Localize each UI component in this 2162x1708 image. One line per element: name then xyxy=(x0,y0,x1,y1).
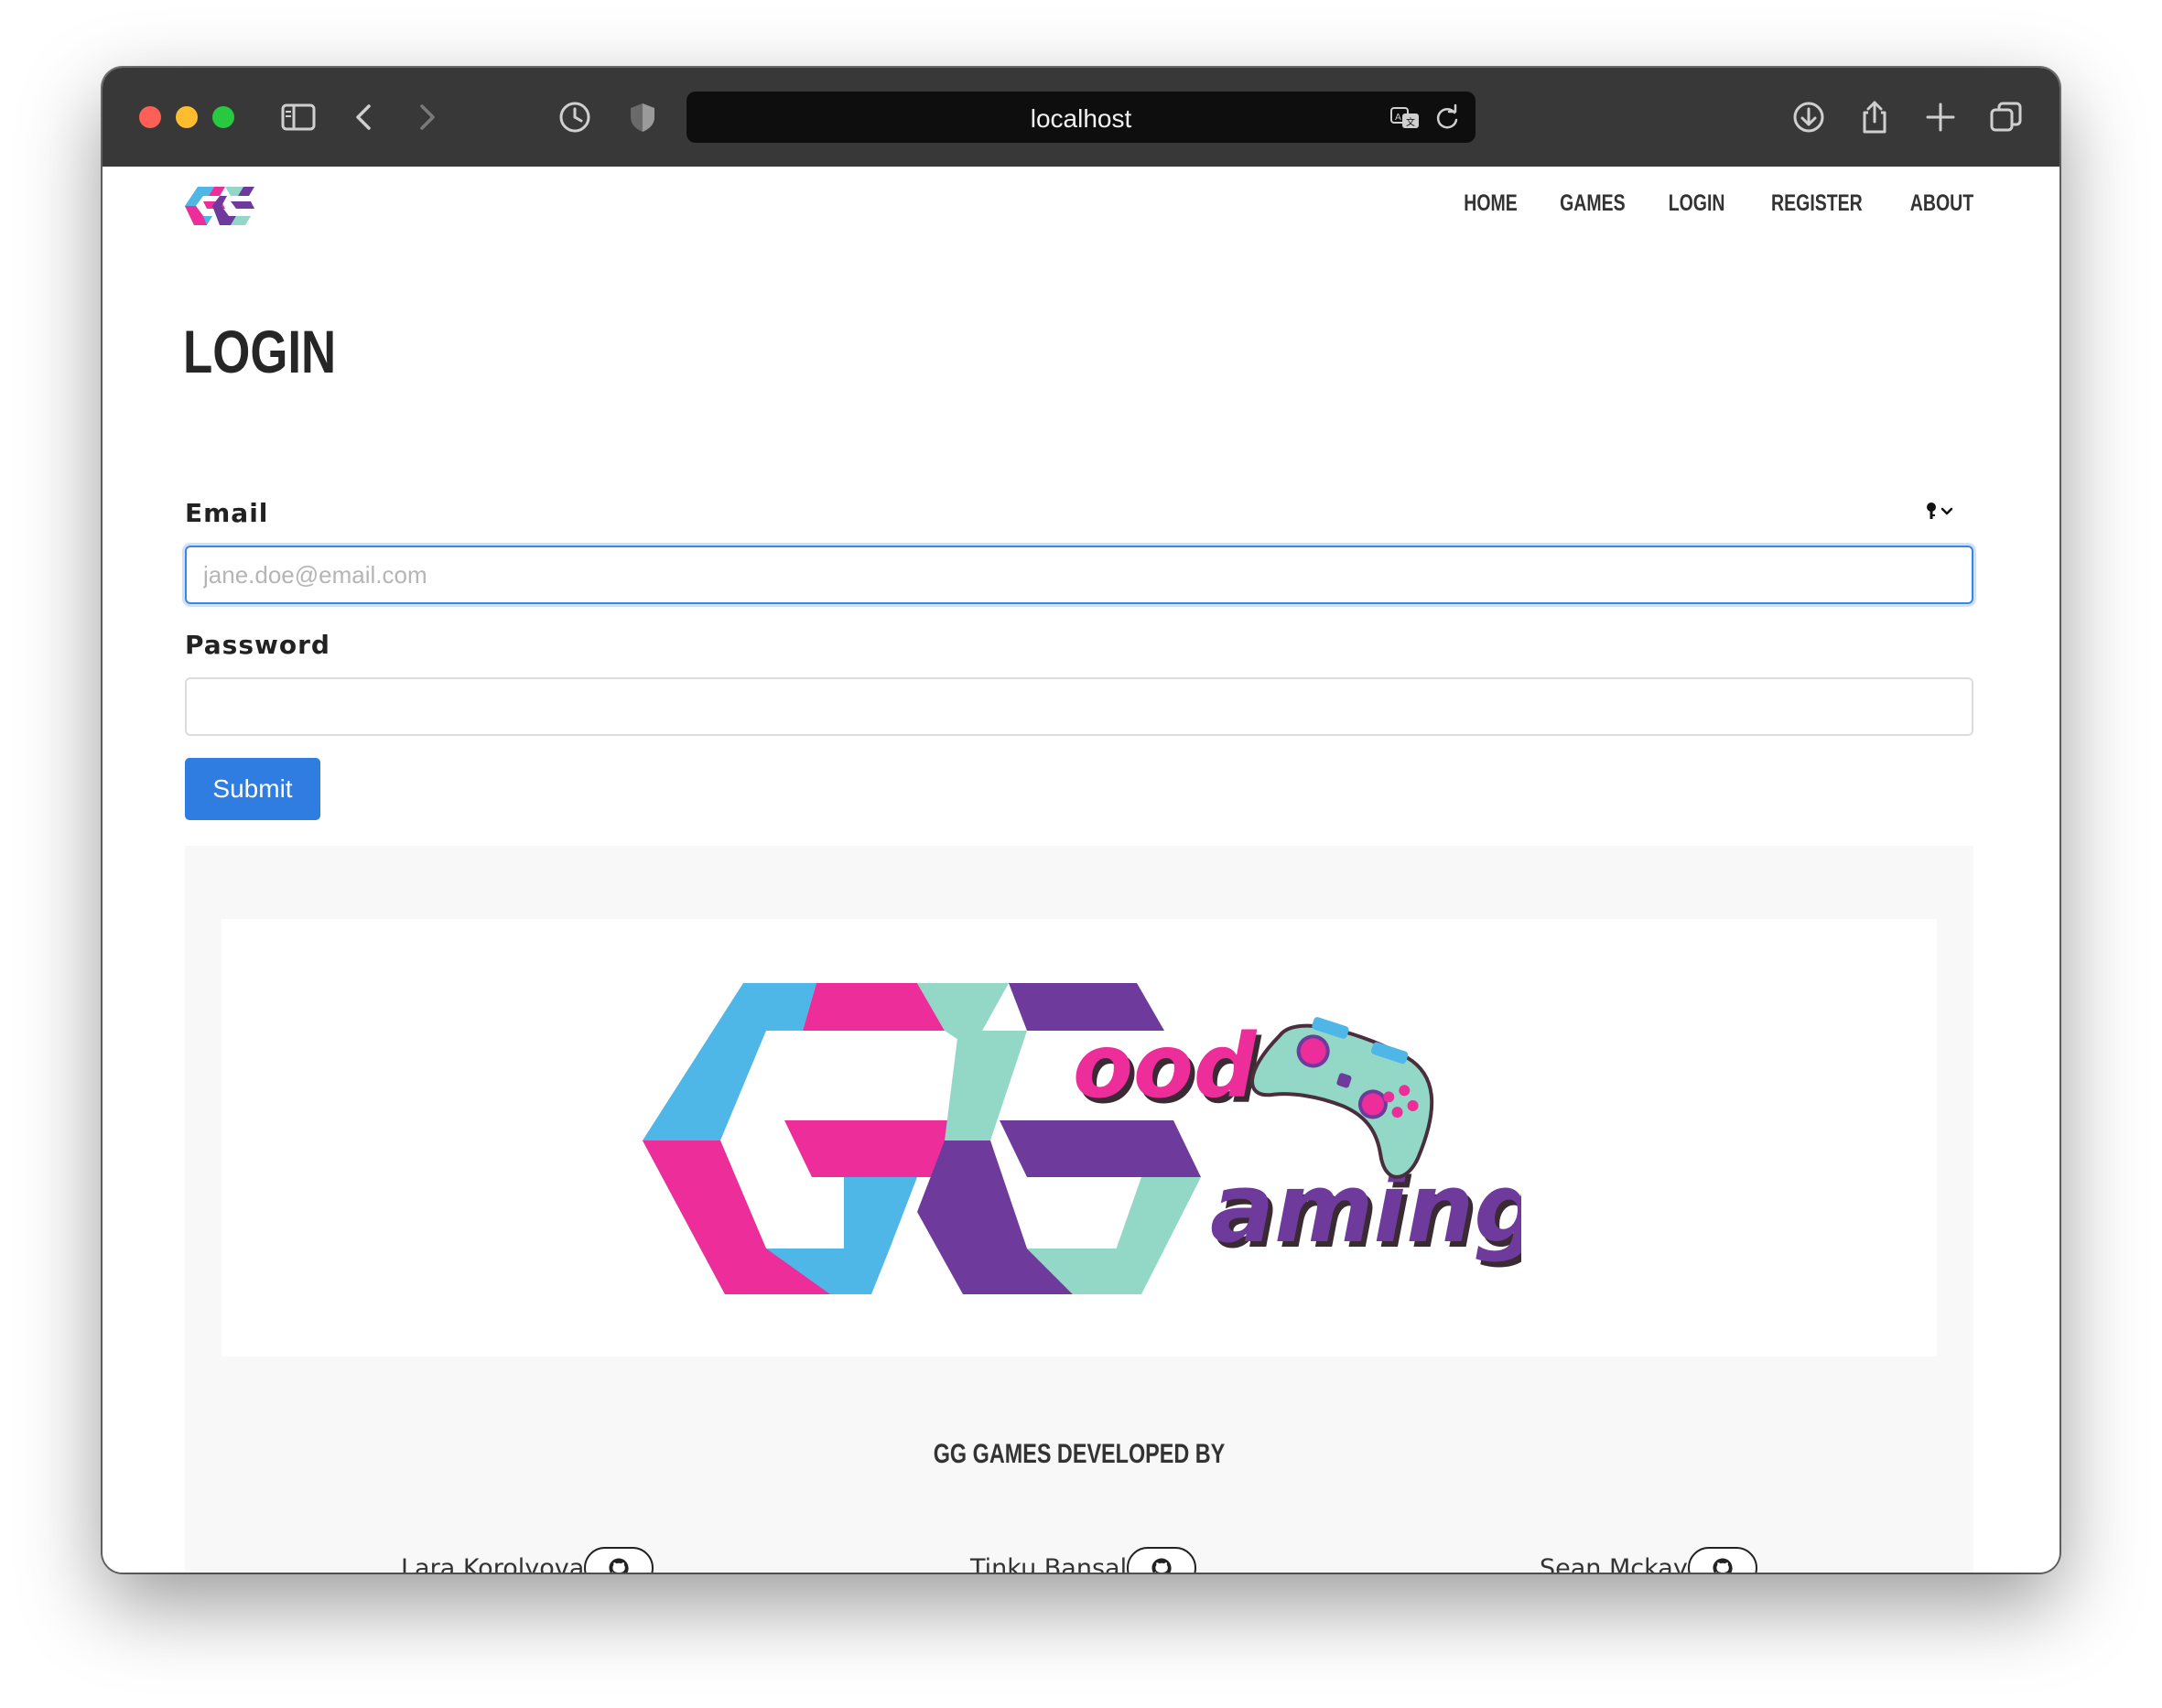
share-icon[interactable] xyxy=(1856,99,1893,135)
github-icon xyxy=(1713,1558,1733,1573)
history-icon[interactable] xyxy=(557,99,593,135)
address-bar[interactable]: localhost A文 xyxy=(686,92,1476,143)
developer-lara: Lara Korolyova xyxy=(401,1547,654,1573)
submit-button[interactable]: Submit xyxy=(185,758,320,820)
site-logo[interactable] xyxy=(185,183,264,229)
github-link-button[interactable] xyxy=(584,1547,654,1573)
password-key-icon[interactable] xyxy=(1924,500,1957,524)
svg-text:文: 文 xyxy=(1406,116,1415,128)
back-icon[interactable] xyxy=(346,99,383,135)
developer-tinku: Tinku Bansal xyxy=(970,1547,1197,1573)
github-icon xyxy=(1151,1558,1172,1573)
sidebar-icon[interactable] xyxy=(280,99,317,135)
github-link-button[interactable] xyxy=(1127,1547,1197,1573)
new-tab-icon[interactable] xyxy=(1922,99,1959,135)
nav-login[interactable]: LOGIN xyxy=(1669,190,1725,217)
close-window-button[interactable] xyxy=(139,106,161,128)
github-link-button[interactable] xyxy=(1687,1547,1757,1573)
svg-text:A: A xyxy=(1395,113,1401,123)
nav-home[interactable]: HOME xyxy=(1465,190,1519,217)
good-gaming-banner: ood ood aming aming xyxy=(222,919,1937,1357)
main-nav: HOME GAMES LOGIN REGISTER ABOUT xyxy=(1462,190,1977,217)
good-gaming-logo: ood ood aming aming xyxy=(643,983,1521,1294)
forward-icon[interactable] xyxy=(408,99,445,135)
page-title: LOGIN xyxy=(183,318,337,385)
nav-about[interactable]: ABOUT xyxy=(1910,190,1973,217)
address-url: localhost xyxy=(1030,104,1132,133)
developer-name: Tinku Bansal xyxy=(970,1553,1128,1573)
reload-icon[interactable] xyxy=(1432,103,1463,134)
footer-heading: GG GAMES DEVELOPED BY xyxy=(933,1439,1226,1469)
github-icon xyxy=(609,1558,629,1573)
password-field[interactable] xyxy=(185,677,1973,736)
svg-text:ood: ood xyxy=(1073,1015,1258,1118)
developer-sean: Sean Mckay xyxy=(1540,1547,1757,1573)
browser-toolbar: localhost A文 xyxy=(103,68,2059,168)
zoom-window-button[interactable] xyxy=(212,106,234,128)
browser-window: localhost A文 HOME GAMES LOGIN REGISTER A… xyxy=(103,68,2059,1573)
site-footer: ood ood aming aming GG GAMES DEVELOPED B… xyxy=(185,846,1973,1573)
email-field[interactable] xyxy=(185,546,1973,604)
password-label: Password xyxy=(185,630,330,660)
nav-register[interactable]: REGISTER xyxy=(1771,190,1863,217)
translate-icon[interactable]: A文 xyxy=(1389,103,1421,134)
download-icon[interactable] xyxy=(1790,99,1827,135)
email-label: Email xyxy=(185,498,269,528)
nav-games[interactable]: GAMES xyxy=(1561,190,1627,217)
page-content: HOME GAMES LOGIN REGISTER ABOUT LOGIN Em… xyxy=(103,167,2059,1573)
developer-name: Sean Mckay xyxy=(1540,1553,1688,1573)
shield-icon[interactable] xyxy=(624,99,661,135)
svg-text:aming: aming xyxy=(1210,1152,1521,1264)
developer-name: Lara Korolyova xyxy=(401,1553,585,1573)
tabs-overview-icon[interactable] xyxy=(1988,99,2025,135)
minimize-window-button[interactable] xyxy=(176,106,198,128)
